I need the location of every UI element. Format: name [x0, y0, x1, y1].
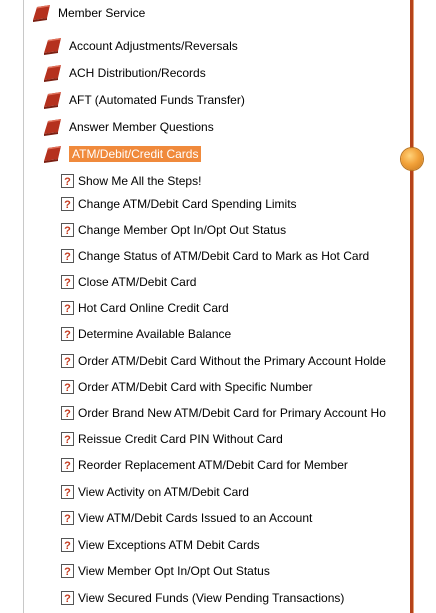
topic-item[interactable]: ? Reorder Replacement ATM/Debit Card for… [61, 454, 348, 476]
scroll-thumb[interactable] [401, 148, 423, 170]
book-icon [44, 119, 61, 136]
topic-item[interactable]: ? View Secured Funds (View Pending Trans… [61, 587, 344, 609]
topic-item[interactable]: ? Change Member Opt In/Opt Out Status [61, 219, 286, 241]
tree-node-label: AFT (Automated Funds Transfer) [69, 93, 245, 107]
help-contents-pane: Member Service Account Adjustments/Rever… [0, 0, 436, 613]
svg-text:?: ? [64, 434, 71, 446]
topic-item[interactable]: ? Show Me All the Steps! [61, 170, 201, 192]
topic-item[interactable]: ? Reissue Credit Card PIN Without Card [61, 428, 283, 450]
svg-text:?: ? [64, 356, 71, 368]
tree-node-member-service[interactable]: Member Service [31, 2, 145, 24]
help-topic-icon: ? [61, 354, 74, 368]
svg-text:?: ? [64, 251, 71, 263]
tree-node-label: Member Service [58, 6, 146, 20]
help-topic-icon: ? [61, 406, 74, 420]
topic-item[interactable]: ? Order ATM/Debit Card Without the Prima… [61, 350, 386, 372]
topic-label: View Secured Funds (View Pending Transac… [78, 591, 345, 605]
tree-node-atm-debit-credit-cards[interactable]: ATM/Debit/Credit Cards [42, 143, 202, 165]
help-topic-icon: ? [61, 249, 74, 263]
topic-label: Order Brand New ATM/Debit Card for Prima… [78, 406, 386, 420]
book-icon [33, 5, 50, 22]
svg-text:?: ? [64, 303, 71, 315]
svg-text:?: ? [64, 460, 71, 472]
tree-node-account-adjustments[interactable]: Account Adjustments/Reversals [42, 35, 238, 57]
topic-item[interactable]: ? View Member Opt In/Opt Out Status [61, 560, 270, 582]
topic-item[interactable]: ? Hot Card Online Credit Card [61, 297, 229, 319]
help-topic-icon: ? [61, 327, 74, 341]
svg-text:?: ? [64, 176, 71, 188]
help-topic-icon: ? [61, 275, 74, 289]
topic-label: Hot Card Online Credit Card [78, 301, 229, 315]
topic-label: Order ATM/Debit Card Without the Primary… [78, 354, 386, 368]
svg-text:?: ? [64, 225, 71, 237]
topic-label: Change Member Opt In/Opt Out Status [78, 223, 287, 237]
help-topic-icon: ? [61, 564, 74, 578]
svg-text:?: ? [64, 199, 71, 211]
topic-label: View ATM/Debit Cards Issued to an Accoun… [78, 511, 313, 525]
topic-item[interactable]: ? View Activity on ATM/Debit Card [61, 481, 249, 503]
topic-label: Change ATM/Debit Card Spending Limits [78, 197, 297, 211]
svg-text:?: ? [64, 566, 71, 578]
topic-item[interactable]: ? Order ATM/Debit Card with Specific Num… [61, 376, 313, 398]
topic-item[interactable]: ? Change Status of ATM/Debit Card to Mar… [61, 245, 369, 267]
svg-text:?: ? [64, 329, 71, 341]
help-topic-icon: ? [61, 485, 74, 499]
svg-text:?: ? [64, 540, 71, 552]
topic-tree: Member Service Account Adjustments/Rever… [0, 0, 410, 613]
help-topic-icon: ? [61, 301, 74, 315]
topic-item[interactable]: ? Close ATM/Debit Card [61, 271, 196, 293]
topic-label: View Activity on ATM/Debit Card [78, 485, 249, 499]
topic-label: Order ATM/Debit Card with Specific Numbe… [78, 380, 313, 394]
book-icon [44, 65, 61, 82]
help-topic-icon: ? [61, 511, 74, 525]
topic-item[interactable]: ? Determine Available Balance [61, 323, 231, 345]
topic-item[interactable]: ? Order Brand New ATM/Debit Card for Pri… [61, 402, 386, 424]
topic-label: Change Status of ATM/Debit Card to Mark … [78, 249, 370, 263]
topic-item[interactable]: ? Change ATM/Debit Card Spending Limits [61, 193, 297, 215]
help-topic-icon: ? [61, 591, 74, 605]
help-topic-icon: ? [61, 538, 74, 552]
tree-node-answer-member-questions[interactable]: Answer Member Questions [42, 116, 214, 138]
topic-label: Show Me All the Steps! [78, 174, 202, 188]
svg-text:?: ? [64, 513, 71, 525]
tree-node-label-selected: ATM/Debit/Credit Cards [69, 146, 202, 162]
topic-item[interactable]: ? View Exceptions ATM Debit Cards [61, 534, 260, 556]
svg-text:?: ? [64, 382, 71, 394]
tree-node-label: Account Adjustments/Reversals [69, 39, 238, 53]
topic-label: View Exceptions ATM Debit Cards [78, 538, 260, 552]
book-icon [44, 38, 61, 55]
tree-node-aft[interactable]: AFT (Automated Funds Transfer) [42, 89, 245, 111]
svg-text:?: ? [64, 408, 71, 420]
topic-label: Reissue Credit Card PIN Without Card [78, 432, 283, 446]
tree-node-label: Answer Member Questions [69, 120, 214, 134]
book-icon [44, 92, 61, 109]
topic-label: Determine Available Balance [78, 327, 232, 341]
help-topic-icon: ? [61, 458, 74, 472]
svg-text:?: ? [64, 277, 71, 289]
svg-text:?: ? [64, 487, 71, 499]
topic-label: Close ATM/Debit Card [78, 275, 197, 289]
help-topic-icon: ? [61, 432, 74, 446]
topic-label: View Member Opt In/Opt Out Status [78, 564, 270, 578]
help-topic-icon: ? [61, 223, 74, 237]
svg-text:?: ? [64, 593, 71, 605]
tree-node-label: ACH Distribution/Records [69, 66, 206, 80]
topic-label: Reorder Replacement ATM/Debit Card for M… [78, 458, 348, 472]
scroll-rail-shade [413, 0, 414, 613]
help-topic-icon: ? [61, 174, 74, 188]
topic-item[interactable]: ? View ATM/Debit Cards Issued to an Acco… [61, 507, 312, 529]
help-topic-icon: ? [61, 197, 74, 211]
help-topic-icon: ? [61, 380, 74, 394]
tree-node-ach-distribution[interactable]: ACH Distribution/Records [42, 62, 206, 84]
book-open-icon [44, 146, 61, 163]
